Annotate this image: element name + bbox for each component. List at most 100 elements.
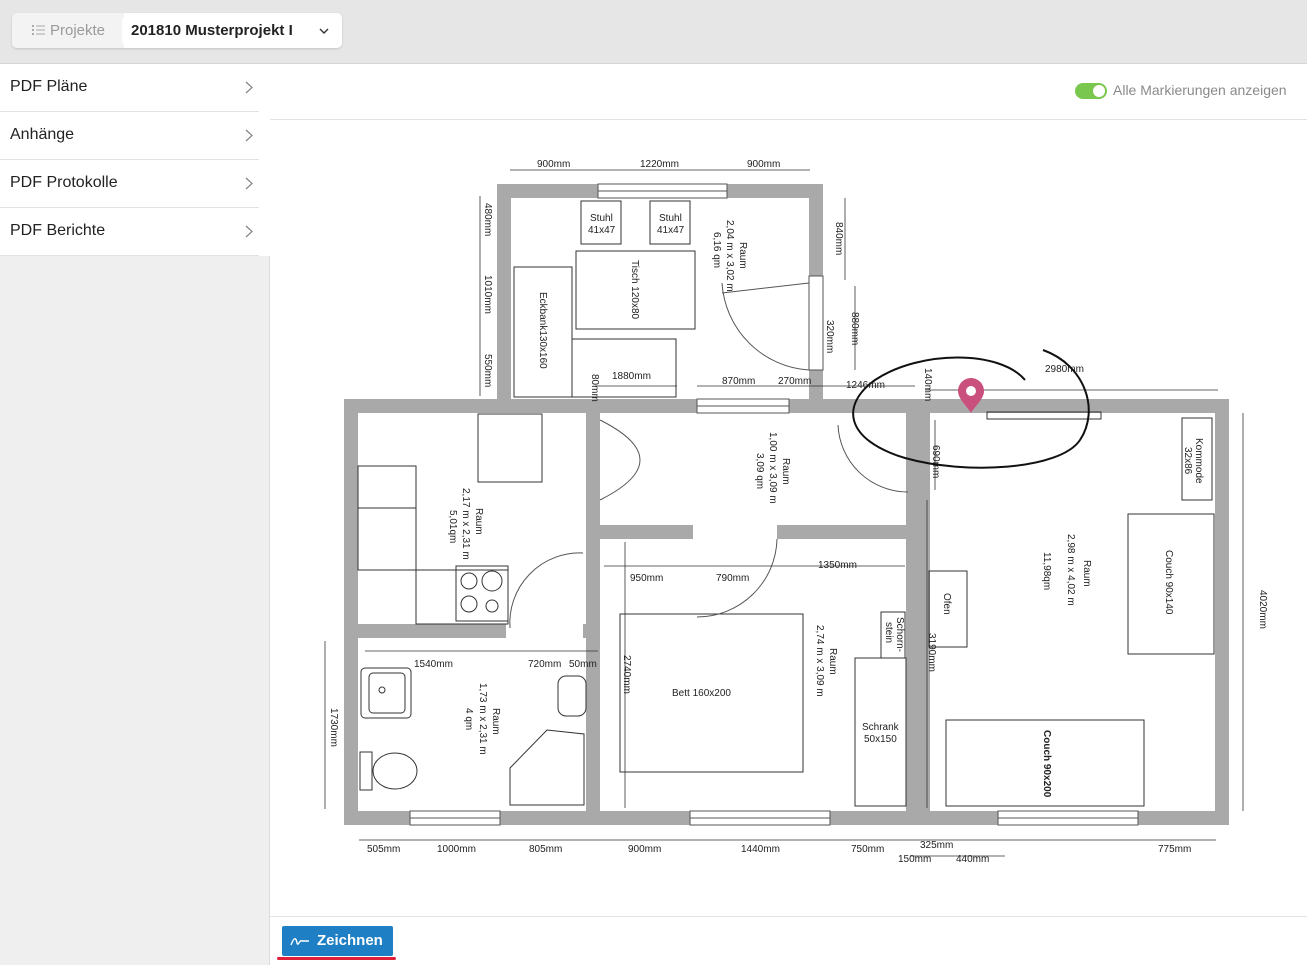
room-label: 2,04 m x 3,02 m: [724, 220, 735, 292]
furniture-label: Couch 90x200: [1041, 730, 1052, 798]
room-label: 2,74 m x 3,09 m: [814, 625, 825, 697]
dim-label: 150mm: [898, 854, 931, 865]
room-label: Raum: [473, 508, 484, 535]
dim-label: 140mm: [922, 368, 933, 401]
draw-button[interactable]: Zeichnen: [282, 926, 393, 956]
furniture-label: Kommode: [1193, 438, 1204, 484]
pen-scribble-icon: [290, 938, 309, 946]
dim-label: 270mm: [778, 376, 811, 387]
sidebar-item-label: PDF Pläne: [10, 78, 88, 95]
dim-label: 3190mm: [926, 633, 937, 672]
main-content: Alle Markierungen anzeigen 900mm 1220mm …: [270, 64, 1307, 965]
furniture-label: Ofen: [941, 593, 952, 615]
furniture-label: 50x150: [864, 734, 897, 745]
furniture-label: 41x47: [657, 225, 685, 236]
projects-label: Projekte: [50, 22, 106, 39]
chevron-right-icon: [245, 129, 253, 142]
walls: [344, 184, 1229, 825]
sidebar-item-label: PDF Berichte: [10, 222, 106, 239]
room-label: 1,00 m x 3,09 m: [767, 432, 778, 504]
dim-label: 480mm: [482, 203, 493, 236]
draw-button-label: Zeichnen: [317, 932, 383, 949]
furniture-label: Schorn-: [894, 617, 905, 652]
dim-label: 50mm: [569, 659, 597, 670]
dim-label: 1730mm: [328, 708, 339, 747]
dim-label: 1540mm: [414, 659, 453, 670]
dim-label: 440mm: [956, 854, 989, 865]
sidebar-item-label: PDF Protokolle: [10, 174, 118, 191]
chevron-right-icon: [245, 225, 253, 238]
furniture-label: Stuhl: [659, 213, 682, 224]
dim-label: 2980mm: [1045, 364, 1084, 375]
dim-label: 870mm: [722, 376, 755, 387]
show-all-markers-toggle[interactable]: [1075, 83, 1107, 99]
dim-label: 1010mm: [482, 275, 493, 314]
furniture-label: Schrank: [862, 722, 900, 733]
dim-label: 80mm: [589, 374, 600, 402]
sidebar-item-label: Anhänge: [10, 126, 75, 143]
room-label: Raum: [1081, 560, 1092, 587]
dim-label: 1880mm: [612, 371, 651, 382]
sidebar-item-pdf-plaene[interactable]: PDF Pläne: [0, 64, 259, 112]
furniture-label: Couch 90x140: [1163, 550, 1174, 615]
plan-labels: 900mm 1220mm 900mm 480mm 1010mm 550mm 84…: [328, 159, 1268, 865]
dim-label: 690mm: [930, 445, 941, 478]
sidebar: PDF Pläne Anhänge PDF Protokolle PDF Ber…: [0, 64, 270, 965]
room-label: 2,17 m x 2,31 m: [460, 488, 471, 560]
openings: [409, 183, 1139, 826]
sidebar-item-pdf-protokolle[interactable]: PDF Protokolle: [0, 160, 259, 208]
dim-label: 775mm: [1158, 844, 1191, 855]
dim-label: 900mm: [537, 159, 570, 170]
furniture-label: stein: [883, 622, 894, 643]
furniture-label: 32x86: [1182, 447, 1193, 475]
chevron-right-icon: [245, 177, 253, 190]
room-label: 1,73 m x 2,31 m: [477, 683, 488, 755]
room-label: Raum: [827, 648, 838, 675]
room-label: 6,16 qm: [711, 232, 722, 268]
room-label: 3,09 qm: [754, 453, 765, 489]
chevron-right-icon: [245, 81, 253, 94]
room-label: 4 qm: [463, 708, 474, 730]
dim-label: 2740mm: [621, 655, 632, 694]
room-label: 5,01qm: [447, 510, 458, 543]
dim-label: 805mm: [529, 844, 562, 855]
dim-label: 790mm: [716, 573, 749, 584]
project-select-value: 201810 Musterprojekt I: [131, 22, 293, 39]
dim-label: 320mm: [824, 320, 835, 353]
dim-label: 720mm: [528, 659, 561, 670]
floor-plan-viewer[interactable]: 900mm 1220mm 900mm 480mm 1010mm 550mm 84…: [270, 120, 1307, 917]
draw-button-underline: [277, 957, 396, 960]
top-bar: Projekte 201810 Musterprojekt I: [0, 0, 1307, 64]
project-switcher: Projekte 201810 Musterprojekt I: [12, 13, 342, 48]
sidebar-item-pdf-berichte[interactable]: PDF Berichte: [0, 208, 259, 256]
dim-label: 900mm: [747, 159, 780, 170]
chevron-down-icon: [319, 28, 329, 34]
room-label: Raum: [737, 242, 748, 269]
dim-label: 4020mm: [1257, 590, 1268, 629]
dim-label: 1350mm: [818, 560, 857, 571]
list-icon: [32, 25, 45, 35]
dim-label: 1220mm: [640, 159, 679, 170]
show-all-markers-label: Alle Markierungen anzeigen: [1113, 82, 1287, 98]
dim-label: 550mm: [482, 354, 493, 387]
dim-label: 750mm: [851, 844, 884, 855]
dim-label: 505mm: [367, 844, 400, 855]
room-label: Raum: [490, 708, 501, 735]
projects-tab[interactable]: Projekte: [12, 13, 124, 48]
furniture-label: Stuhl: [590, 213, 613, 224]
sidebar-item-anhaenge[interactable]: Anhänge: [0, 112, 259, 160]
dim-label: 900mm: [628, 844, 661, 855]
dim-label: 1440mm: [741, 844, 780, 855]
sidebar-menu: PDF Pläne Anhänge PDF Protokolle PDF Ber…: [0, 64, 270, 256]
dim-label: 325mm: [920, 840, 953, 851]
furniture-label: Tisch 120x80: [629, 260, 640, 320]
room-label: Raum: [780, 458, 791, 485]
dim-label: 840mm: [833, 222, 844, 255]
dim-label: 880mm: [849, 312, 860, 345]
floor-plan: 900mm 1220mm 900mm 480mm 1010mm 550mm 84…: [324, 159, 1268, 865]
furniture-label: 41x47: [588, 225, 616, 236]
furniture-label: Bett 160x200: [672, 688, 731, 699]
project-select[interactable]: 201810 Musterprojekt I: [122, 17, 339, 44]
dim-label: 1000mm: [437, 844, 476, 855]
room-label: 11,98qm: [1041, 552, 1052, 590]
